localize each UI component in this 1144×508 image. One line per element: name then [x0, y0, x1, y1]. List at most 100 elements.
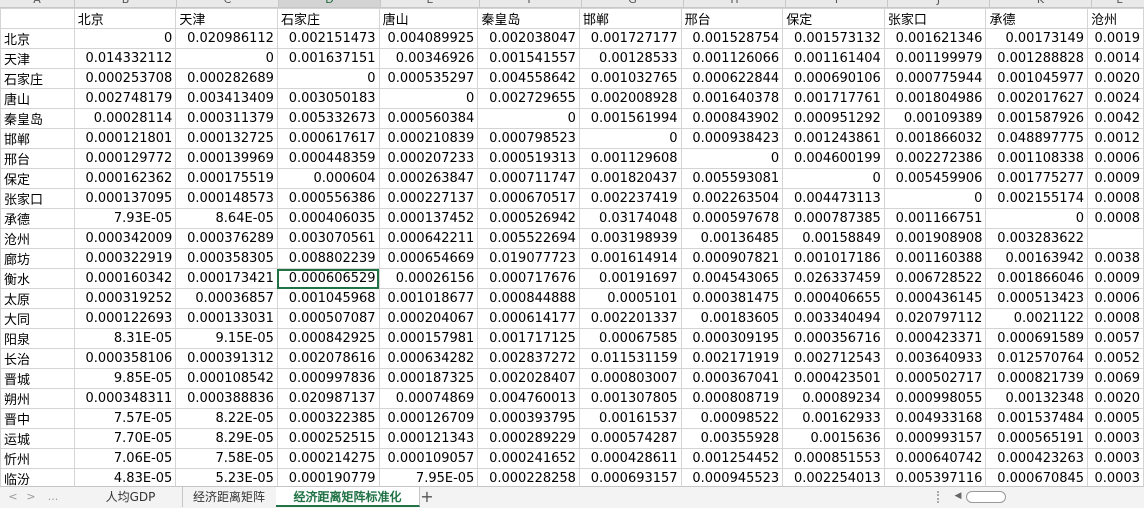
value-cell[interactable]: 0.000560384	[378, 108, 479, 129]
value-cell[interactable]: 0.005459906	[883, 168, 987, 189]
value-cell[interactable]: 0.000381475	[680, 288, 784, 309]
row-label-cell[interactable]: 衡水	[0, 268, 75, 289]
value-cell[interactable]: 0.000148573	[175, 188, 278, 209]
value-cell[interactable]: 0.000907821	[680, 248, 784, 269]
value-cell[interactable]: 0.000406655	[782, 288, 885, 309]
row-label-cell[interactable]: 张家口	[0, 188, 75, 209]
value-cell[interactable]: 0.000175519	[175, 168, 278, 189]
scroll-left-icon[interactable]: ◀	[952, 489, 964, 504]
value-cell[interactable]: 0.001129608	[578, 148, 682, 169]
value-cell[interactable]: 0.004600199	[782, 148, 885, 169]
value-cell[interactable]: 0.002008928	[578, 88, 682, 109]
value-cell[interactable]: 0.000358106	[73, 348, 177, 369]
value-cell[interactable]: 0.002729655	[477, 88, 580, 109]
header-cell[interactable]: 秦皇岛	[477, 8, 580, 29]
corner-cell[interactable]	[0, 8, 75, 29]
value-cell[interactable]: 0.005397116	[883, 468, 987, 486]
value-cell[interactable]: 0.000423371	[883, 328, 987, 349]
value-cell[interactable]: 0.000502717	[883, 368, 987, 389]
value-cell[interactable]: 0.000253708	[73, 68, 177, 89]
header-cell[interactable]: 石家庄	[276, 8, 380, 29]
value-cell[interactable]: 0.000348311	[73, 388, 177, 409]
value-cell[interactable]: 0.000574287	[578, 428, 682, 449]
value-cell[interactable]: 0.004933168	[883, 408, 987, 429]
sheet-tab[interactable]: 人均GDP	[79, 487, 183, 507]
value-cell[interactable]: 8.64E-05	[175, 208, 278, 229]
header-cell[interactable]: 北京	[73, 8, 177, 29]
value-cell[interactable]: 0.012570764	[985, 348, 1089, 369]
worksheet-grid[interactable]: 北京 天津 石家庄 唐山 秦皇岛 邯郸 邢台 保定 张家口 承德 沧州 北京 0 0.020986112 0…	[0, 8, 1144, 486]
value-cell[interactable]: 9.15E-05	[175, 328, 278, 349]
value-cell[interactable]: 0.002155174	[985, 188, 1089, 209]
value-cell[interactable]: 0.000640742	[883, 448, 987, 469]
value-cell[interactable]: 0	[680, 148, 784, 169]
value-cell[interactable]: 0.000945523	[680, 468, 784, 486]
value-cell[interactable]: 0.000126709	[378, 408, 479, 429]
value-cell[interactable]: 0.008802239	[276, 248, 380, 269]
value-cell[interactable]: 0.000513423	[985, 288, 1089, 309]
value-cell[interactable]: 0.000214275	[276, 448, 380, 469]
row-label-cell[interactable]: 太原	[0, 288, 75, 309]
value-cell[interactable]: 0.014332112	[73, 48, 177, 69]
value-cell[interactable]: 0.001908908	[883, 228, 987, 249]
add-sheet-button[interactable]: +	[419, 487, 435, 507]
value-cell[interactable]: 0.004543065	[680, 268, 784, 289]
value-cell[interactable]: 0.0005101	[578, 288, 682, 309]
tab-split-handle[interactable]	[937, 491, 943, 503]
value-cell[interactable]: 0.000309195	[680, 328, 784, 349]
value-cell[interactable]: 0.002237419	[578, 188, 682, 209]
column-header-E[interactable]: E	[381, 0, 480, 7]
value-cell[interactable]: 0.000122693	[73, 308, 177, 329]
value-cell[interactable]: 0.004760013	[477, 388, 580, 409]
value-cell[interactable]: 0.002748179	[73, 88, 177, 109]
value-cell[interactable]: 0.000282689	[175, 68, 278, 89]
value-cell[interactable]: 0.000207233	[378, 148, 479, 169]
value-cell[interactable]: 0.000808719	[680, 388, 784, 409]
value-cell[interactable]: 0.001804986	[883, 88, 987, 109]
value-cell[interactable]: 0.001621346	[883, 28, 987, 49]
column-header-B[interactable]: B	[75, 0, 177, 7]
value-cell[interactable]: 0.002171919	[680, 348, 784, 369]
value-cell[interactable]: 0.0014	[1087, 48, 1144, 69]
value-cell[interactable]: 0.001045968	[276, 288, 380, 309]
value-cell[interactable]: 0.000717676	[477, 268, 580, 289]
value-cell[interactable]: 0.002078616	[276, 348, 380, 369]
row-label-cell[interactable]: 忻州	[0, 448, 75, 469]
value-cell[interactable]: 0.00128533	[578, 48, 682, 69]
value-cell[interactable]: 0.000798523	[477, 128, 580, 149]
value-cell[interactable]: 0	[276, 68, 380, 89]
value-cell[interactable]: 0.006728522	[883, 268, 987, 289]
value-cell[interactable]: 0.002712543	[782, 348, 885, 369]
value-cell[interactable]: 0.00109389	[883, 108, 987, 129]
value-cell[interactable]: 0.000691589	[985, 328, 1089, 349]
value-cell[interactable]: 0.00183605	[680, 308, 784, 329]
value-cell[interactable]: 0.001614914	[578, 248, 682, 269]
row-label-cell[interactable]: 朔州	[0, 388, 75, 409]
next-sheet-arrow-icon[interactable]: >	[24, 490, 38, 504]
value-cell[interactable]: 8.22E-05	[175, 408, 278, 429]
value-cell[interactable]: 0.001866032	[883, 128, 987, 149]
value-cell[interactable]: 0.00162933	[782, 408, 885, 429]
value-cell[interactable]: 0.000311379	[175, 108, 278, 129]
value-cell[interactable]: 7.70E-05	[73, 428, 177, 449]
value-cell[interactable]: 0.0008	[1087, 188, 1144, 209]
value-cell[interactable]: 7.93E-05	[73, 208, 177, 229]
value-cell[interactable]: 0.001045977	[985, 68, 1089, 89]
value-cell[interactable]: 0	[73, 28, 177, 49]
value-cell[interactable]: 0.00163942	[985, 248, 1089, 269]
value-cell[interactable]: 0.003198939	[578, 228, 682, 249]
value-cell[interactable]: 0.000356716	[782, 328, 885, 349]
value-cell[interactable]: 0.000252515	[276, 428, 380, 449]
value-cell[interactable]: 0.001573132	[782, 28, 885, 49]
header-cell[interactable]: 唐山	[378, 8, 479, 29]
value-cell[interactable]: 0.001032765	[578, 68, 682, 89]
value-cell[interactable]: 7.57E-05	[73, 408, 177, 429]
value-cell[interactable]: 0.001727177	[578, 28, 682, 49]
value-cell[interactable]: 0.000393795	[477, 408, 580, 429]
value-cell[interactable]: 0.001018677	[378, 288, 479, 309]
value-cell[interactable]: 0.001161404	[782, 48, 885, 69]
value-cell[interactable]: 0.001866046	[985, 268, 1089, 289]
value-cell[interactable]: 0.000693157	[578, 468, 682, 486]
value-cell[interactable]: 0.000604	[276, 168, 380, 189]
value-cell[interactable]: 0.000157981	[378, 328, 479, 349]
